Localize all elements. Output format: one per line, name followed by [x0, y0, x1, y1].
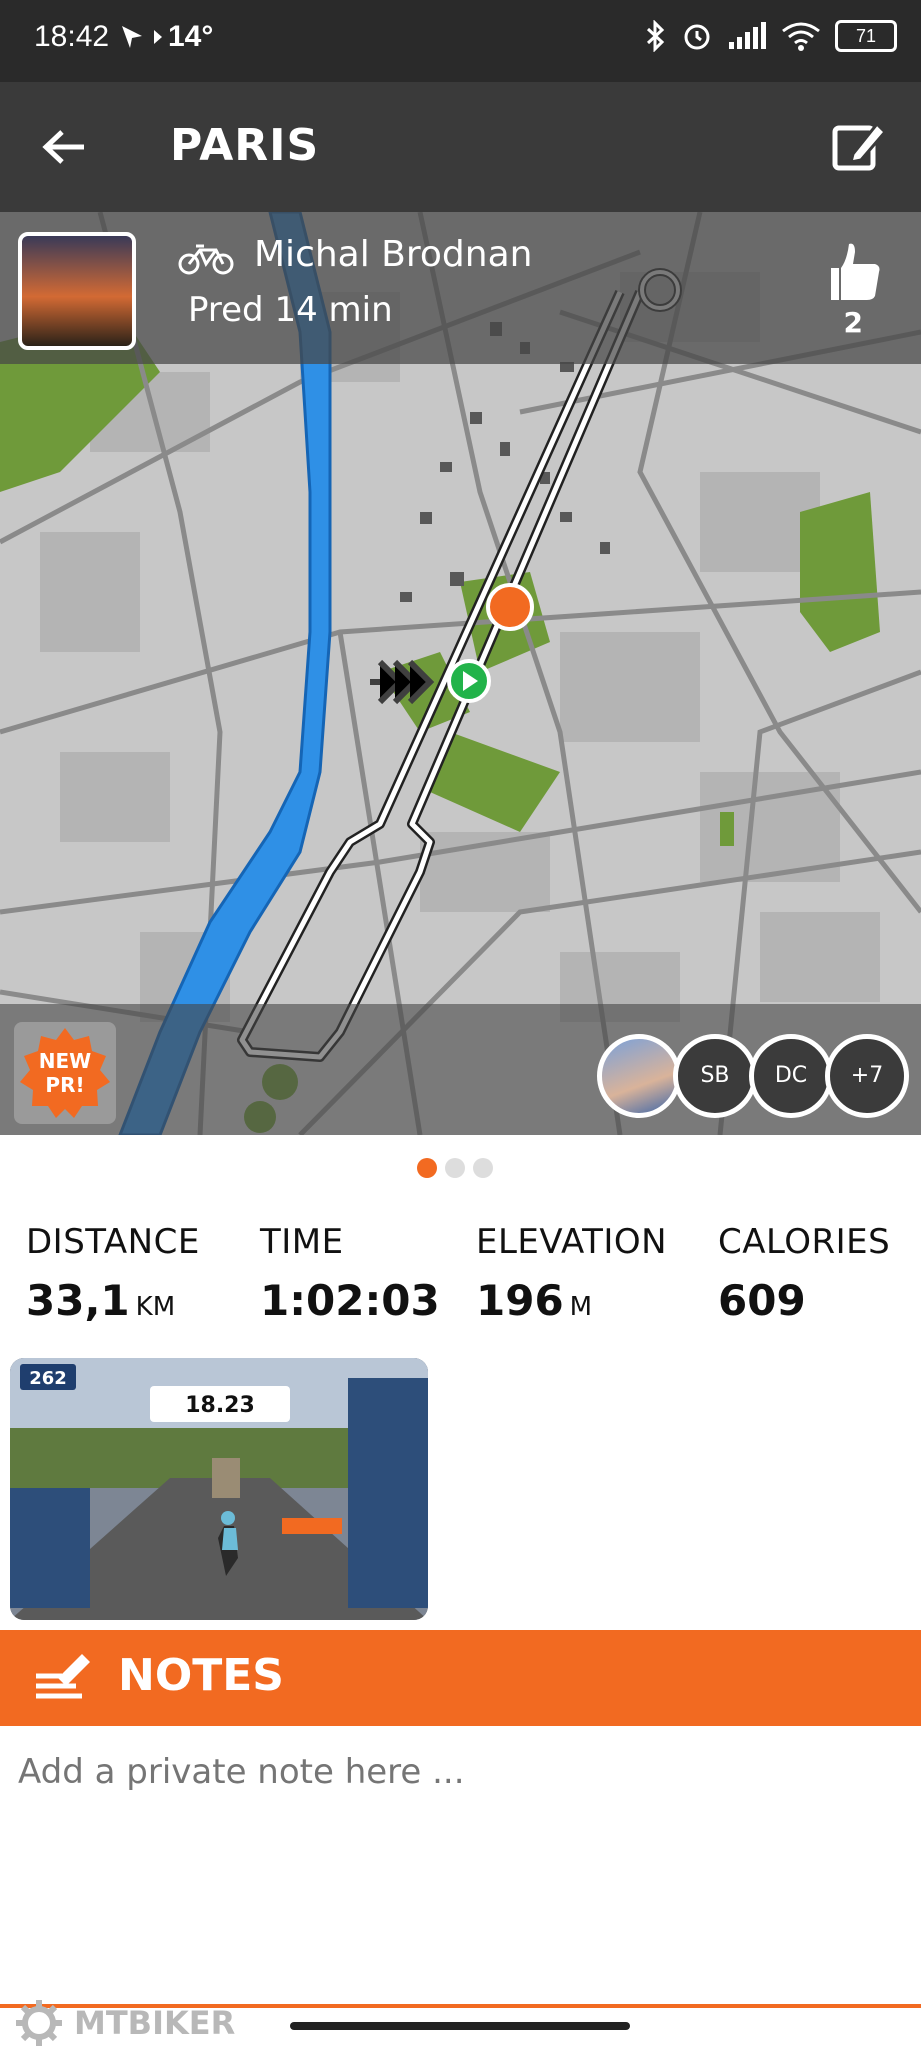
- notes-title: NOTES: [118, 1650, 284, 1701]
- notes-pencil-icon: [36, 1654, 90, 1699]
- stat-label: DISTANCE: [26, 1222, 200, 1262]
- rider-avatar[interactable]: [18, 232, 136, 350]
- pager-dot[interactable]: [473, 1158, 493, 1178]
- current-position-marker: [486, 583, 534, 631]
- rider-header: Michal Brodnan Pred 14 min 2: [0, 212, 921, 364]
- stat-calories: CALORIES 609: [718, 1222, 890, 1325]
- navigation-icon: [118, 22, 162, 56]
- alarm-icon: [684, 24, 710, 50]
- page-title: PARIS: [170, 120, 320, 171]
- edit-icon[interactable]: [831, 118, 887, 174]
- stat-label: CALORIES: [718, 1222, 891, 1262]
- participant-avatar[interactable]: [597, 1034, 681, 1118]
- status-temperature: 14°: [168, 20, 214, 53]
- participants-list[interactable]: SB DC +7: [597, 1034, 909, 1118]
- ride-screenshot[interactable]: 262 18.23: [10, 1358, 428, 1620]
- carousel-pager: [417, 1158, 493, 1178]
- app-bar: PARIS: [0, 82, 921, 212]
- route-map[interactable]: Michal Brodnan Pred 14 min 2 NEW PR! SB …: [0, 212, 921, 1135]
- stat-elevation: ELEVATION 196 M: [476, 1222, 667, 1325]
- pr-badge-line1: NEW: [39, 1049, 91, 1073]
- watermark: MTBIKER: [14, 1998, 235, 2048]
- rider-name[interactable]: Michal Brodnan: [254, 234, 532, 275]
- stat-unit: KM: [135, 1292, 176, 1322]
- notes-header: NOTES: [0, 1630, 921, 1726]
- stat-distance: DISTANCE 33,1 KM: [26, 1222, 200, 1325]
- stat-value: 609: [718, 1276, 806, 1325]
- likes-count: 2: [843, 306, 863, 339]
- bluetooth-icon: [646, 20, 665, 52]
- stat-unit: M: [569, 1292, 593, 1322]
- private-note-input[interactable]: [18, 1752, 898, 1792]
- route-start-marker: [447, 659, 491, 703]
- status-time: 18:42: [34, 20, 110, 53]
- thumbs-up-icon[interactable]: [831, 240, 881, 302]
- screenshot-timer: 18.23: [185, 1393, 255, 1418]
- participants-more[interactable]: +7: [825, 1034, 909, 1118]
- map-footer: NEW PR! SB DC +7: [0, 1004, 921, 1135]
- stat-value: 1:02:03: [260, 1276, 440, 1325]
- pr-badge-line2: PR!: [45, 1073, 84, 1097]
- watermark-text: MTBIKER: [74, 2004, 236, 2042]
- arrow-left-icon[interactable]: [40, 122, 90, 172]
- stat-value: 196: [476, 1276, 564, 1325]
- pager-dot[interactable]: [417, 1158, 437, 1178]
- gear-icon: [16, 2000, 62, 2046]
- battery-icon: 71: [835, 20, 897, 52]
- pr-badge-icon: NEW PR!: [20, 1028, 110, 1118]
- screenshot-power: 262: [29, 1368, 67, 1389]
- new-pr-badge[interactable]: NEW PR!: [14, 1022, 116, 1124]
- participant-initials[interactable]: SB: [673, 1034, 757, 1118]
- status-bar: 18:42 14° 71: [0, 0, 921, 82]
- participant-initials[interactable]: DC: [749, 1034, 833, 1118]
- pager-dot[interactable]: [445, 1158, 465, 1178]
- stat-label: ELEVATION: [476, 1222, 668, 1262]
- stat-label: TIME: [260, 1222, 344, 1262]
- stat-time: TIME 1:02:03: [260, 1222, 440, 1325]
- wifi-icon: [782, 22, 820, 51]
- stat-value: 33,1: [26, 1276, 130, 1325]
- ride-screenshot-image: 262 18.23: [10, 1358, 428, 1620]
- signal-icon: [729, 22, 766, 49]
- gesture-bar[interactable]: [290, 2022, 630, 2030]
- ride-time-ago: Pred 14 min: [188, 290, 393, 330]
- bicycle-icon: [178, 244, 234, 275]
